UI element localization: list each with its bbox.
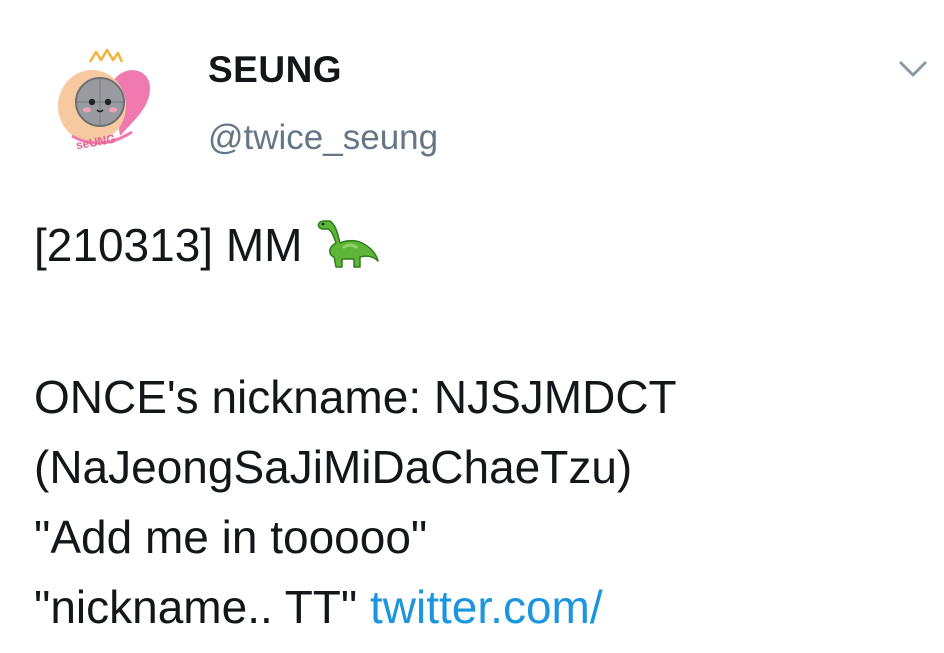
- tweet-card: seUNG SEUNG @twice_seung [210313] MM ONC…: [0, 0, 944, 653]
- avatar[interactable]: seUNG: [50, 44, 164, 158]
- tweet-line-1-text: [210313] MM: [34, 219, 303, 271]
- chevron-down-icon: [899, 61, 927, 77]
- tweet-line-2: ONCE's nickname: NJSJMDCT: [34, 371, 677, 423]
- tweet-menu-button[interactable]: [896, 54, 930, 84]
- avatar-logo: seUNG: [58, 48, 150, 152]
- tweet-line-3: (NaJeongSaJiMiDaChaeTzu): [34, 441, 633, 493]
- tweet-line-5: "nickname.. TT" twitter.com/: [34, 572, 934, 642]
- display-name[interactable]: SEUNG: [208, 50, 342, 90]
- tweet-text: [210313] MM ONCE's nickname: NJSJMDCT (N…: [34, 210, 934, 642]
- tweet-line-1: [210313] MM: [34, 210, 934, 280]
- tweet-link[interactable]: twitter.com/: [370, 581, 603, 633]
- tweet-line-4: "Add me in tooooo": [34, 511, 428, 563]
- tweet-line-5-text: "nickname.. TT": [34, 581, 358, 633]
- user-handle[interactable]: @twice_seung: [208, 118, 438, 158]
- sauropod-emoji: [314, 213, 380, 269]
